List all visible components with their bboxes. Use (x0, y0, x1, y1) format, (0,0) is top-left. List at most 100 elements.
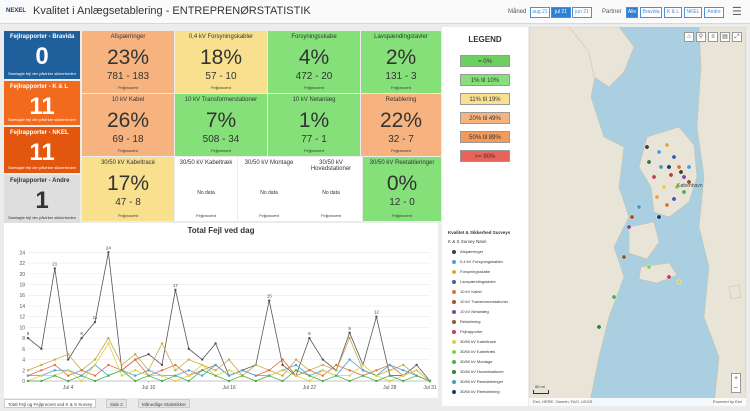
map-site-marker[interactable] (646, 264, 652, 270)
data-point (348, 336, 351, 340)
kpi-caption: Fejlprocent (118, 213, 138, 218)
kpi-tile-3[interactable]: Lavspændingstavler 2% 131 - 3 Fejlprocent (361, 31, 441, 93)
map-site-marker[interactable] (636, 204, 642, 210)
kpi-tile-7[interactable]: Retablering 22% 32 - 7 Fejlprocent (361, 94, 441, 156)
kpi-tile-4[interactable]: 10 kV Kabel 26% 69 - 18 Fejlprocent (82, 94, 174, 156)
partner-filter-3[interactable]: NKEL (684, 7, 702, 18)
map-scale: 50 mi (533, 384, 549, 394)
map-site-marker[interactable] (676, 279, 682, 285)
y-tick-label: 2 (22, 368, 25, 374)
error-report-tile-2[interactable]: Fejlrapporter - NKEL 11 Samlagte fejl der … (4, 127, 80, 173)
map-site-marker[interactable] (686, 164, 692, 170)
map-site-marker[interactable] (676, 164, 682, 170)
map-site-marker[interactable] (646, 159, 652, 165)
kpi-caption: Fejlprocent (118, 85, 138, 90)
partner-filter-0[interactable]: Alle (626, 7, 638, 18)
hamburger-icon[interactable]: ☰ (732, 5, 742, 18)
data-point (348, 358, 351, 361)
map-site-marker[interactable] (621, 254, 627, 260)
map-site-marker[interactable] (666, 274, 672, 280)
map-site-marker[interactable] (596, 324, 602, 330)
survey-legend-item: Lavspændingstavler (452, 279, 496, 285)
data-point (160, 379, 164, 383)
month-filter-0[interactable]: aug 21 (530, 7, 550, 18)
data-label: 8 (27, 331, 30, 336)
zoom-in-button[interactable]: + (732, 374, 740, 383)
map-site-marker[interactable] (671, 196, 677, 202)
legend-dot-icon (452, 309, 456, 314)
home-icon[interactable]: ⌂ (684, 32, 694, 42)
data-point (67, 369, 70, 372)
data-point (214, 374, 217, 377)
map-site-marker[interactable] (681, 189, 687, 195)
map-site-marker[interactable] (654, 194, 660, 200)
tab-0[interactable]: Total Fejl og Fejlprocent ved K & S Surv… (4, 399, 97, 408)
tab-1[interactable]: Side 2 (106, 399, 127, 408)
kpi-tile-0[interactable]: Afspærringer 23% 781 - 183 Fejlprocent (82, 31, 174, 93)
error-report-tile-3[interactable]: Fejlrapporter - Andre 1 Samlagte fejl der … (4, 175, 80, 223)
kpi-tile-8[interactable]: 30/50 kV Kabeltracé 17% 47 - 8 Fejlprocent (82, 157, 174, 221)
map-site-marker[interactable] (626, 224, 632, 230)
kpi-tile-11[interactable]: 30/50 kV Hovedstationer No data Fejlprocen… (300, 157, 362, 221)
data-point (40, 379, 43, 383)
search-icon[interactable]: ⚲ (696, 32, 706, 42)
map-site-marker[interactable] (658, 164, 664, 170)
legend-icon[interactable]: ▤ (720, 32, 730, 42)
data-point (67, 353, 70, 356)
kpi-tile-2[interactable]: Forsyningsskabe 4% 472 - 20 Fejlprocent (268, 31, 360, 93)
kpi-tile-12[interactable]: 30/50 kV Reetableringer 0% 12 - 0 Fejlproce… (363, 157, 441, 221)
month-filter-2[interactable]: jun 21 (572, 7, 592, 18)
data-point (80, 369, 83, 372)
zoom-out-icon[interactable]: ⤢ (732, 32, 742, 42)
month-filter-label: Måned (508, 9, 527, 15)
map-site-marker[interactable] (644, 144, 650, 150)
sweden-land (696, 27, 746, 406)
map-site-marker[interactable] (611, 294, 617, 300)
denmark-map[interactable] (529, 27, 746, 406)
map-site-marker[interactable] (664, 202, 670, 208)
map-site-marker[interactable] (629, 214, 635, 220)
error-report-tile-1[interactable]: Fejlrapporter - K & L 11 Samlagte fejl der… (4, 81, 80, 125)
partner-filter-2[interactable]: K & L (664, 7, 682, 18)
map-site-marker[interactable] (666, 164, 672, 170)
kpi-sub: 32 - 7 (388, 134, 414, 145)
data-point (26, 374, 30, 377)
map-site-marker[interactable] (656, 214, 662, 220)
map-site-marker[interactable] (678, 169, 684, 175)
month-filter-1[interactable]: jul 21 (551, 7, 571, 18)
tab-2[interactable]: Månedlige Statistikker (138, 399, 191, 408)
data-point (254, 363, 257, 367)
legend-band-3: 20% til 49% (460, 112, 510, 124)
map-site-marker[interactable] (664, 142, 670, 148)
map-site-marker[interactable] (651, 174, 657, 180)
data-point (93, 379, 97, 383)
map-site-marker[interactable] (661, 184, 667, 190)
layers-icon[interactable]: ≡ (708, 32, 718, 42)
map-site-marker[interactable] (671, 154, 677, 160)
error-report-tile-0[interactable]: Fejlrapporter - Bravida 0 Samlagte fejl de… (4, 31, 80, 79)
data-point (281, 358, 284, 361)
kpi-tile-9[interactable]: 30/50 kV Kabeltræk No data Fejlprocent (175, 157, 237, 221)
partner-filter-1[interactable]: Bravida (640, 7, 662, 18)
map-zoom-control[interactable]: + – (731, 373, 741, 393)
data-point (254, 374, 257, 377)
kpi-tile-6[interactable]: 10 kV Netanlæg 1% 77 - 1 Fejlprocent (268, 94, 360, 156)
map-site-marker[interactable] (656, 149, 662, 155)
tile-caption: Samlagte fejl der påvirker sikkerheden (7, 165, 77, 170)
data-point (160, 374, 164, 377)
map-site-marker[interactable] (668, 172, 674, 178)
y-tick-label: 18 (19, 283, 25, 289)
data-point (402, 369, 405, 372)
map-site-marker[interactable] (681, 174, 687, 180)
map-panel[interactable]: ⌂ ⚲ ≡ ▤ ⤢ København 50 mi + – Esri, HERE,… (529, 27, 746, 406)
kpi-tile-10[interactable]: 30/50 kV Montage No data Fejlprocent (238, 157, 300, 221)
kpi-tile-5[interactable]: 10 kV Transformerstationer 7% 508 - 34 Fejl… (175, 94, 267, 156)
kpi-caption: Fejlprocent (259, 213, 279, 218)
legend-dot-icon (452, 289, 456, 294)
kpi-caption: Fejlprocent (211, 85, 231, 90)
data-point (294, 358, 298, 361)
kpi-tile-1[interactable]: 0,4 kV Forsyningskabler 18% 57 - 10 Fejlpro… (175, 31, 267, 93)
zoom-out-button[interactable]: – (732, 383, 740, 392)
partner-filter-4[interactable]: Andre (704, 7, 724, 18)
data-point (321, 363, 324, 367)
